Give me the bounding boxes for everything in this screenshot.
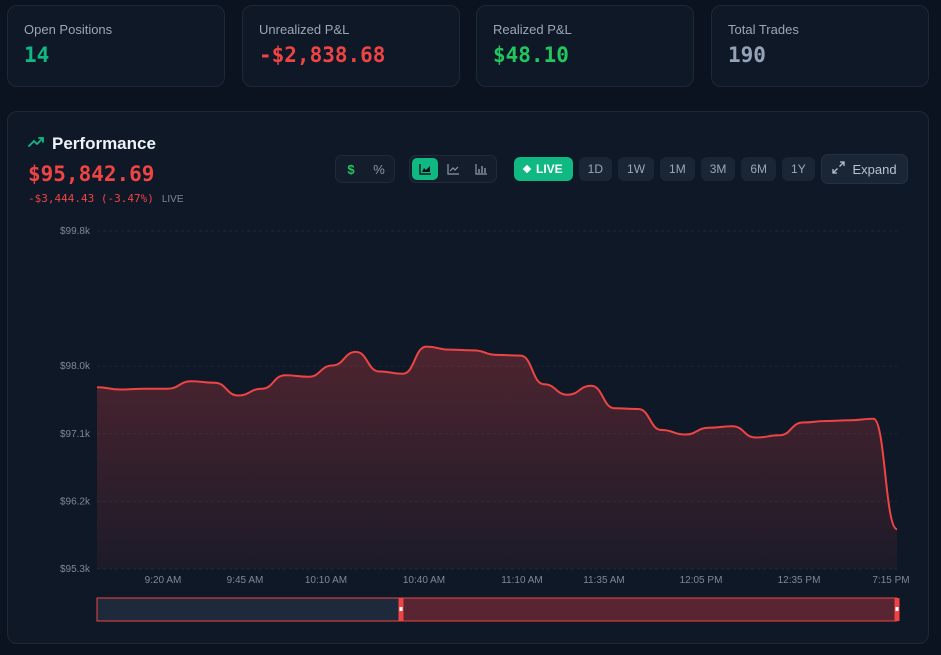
performance-chart[interactable]: $99.8k $98.0k $97.1k $96.2k $95.3k 9:20 AM 9:4… bbox=[8, 112, 930, 645]
stat-label: Realized P&L bbox=[493, 22, 572, 37]
y-tick-label: $99.8k bbox=[60, 226, 91, 237]
x-tick-label: 12:35 PM bbox=[778, 575, 821, 586]
stat-card-total-trades: Total Trades 190 bbox=[711, 5, 929, 87]
x-tick-label: 10:40 AM bbox=[403, 575, 445, 586]
x-tick-label: 11:10 AM bbox=[501, 575, 543, 586]
stat-value: -$2,838.68 bbox=[259, 43, 386, 67]
range-brush-selection bbox=[400, 597, 898, 622]
x-tick-label: 10:10 AM bbox=[305, 575, 347, 586]
x-tick-label: 9:20 AM bbox=[145, 575, 182, 586]
y-tick-label: $98.0k bbox=[60, 361, 91, 372]
stat-card-unrealized-pnl: Unrealized P&L -$2,838.68 bbox=[242, 5, 460, 87]
stat-label: Open Positions bbox=[24, 22, 113, 37]
y-tick-label: $97.1k bbox=[60, 429, 91, 440]
stat-value: 190 bbox=[728, 43, 766, 67]
range-brush-grip bbox=[399, 607, 403, 611]
y-tick-label: $95.3k bbox=[60, 564, 91, 575]
performance-panel: Performance $95,842.69 -$3,444.43 (-3.47… bbox=[7, 111, 929, 644]
x-tick-label: 7:15 PM bbox=[872, 575, 909, 586]
x-tick-label: 11:35 AM bbox=[583, 575, 625, 586]
stat-card-realized-pnl: Realized P&L $48.10 bbox=[476, 5, 694, 87]
x-tick-label: 12:05 PM bbox=[680, 575, 723, 586]
stat-label: Unrealized P&L bbox=[259, 22, 350, 37]
stat-label: Total Trades bbox=[728, 22, 799, 37]
stat-value: 14 bbox=[24, 43, 50, 67]
x-tick-label: 9:45 AM bbox=[227, 575, 264, 586]
y-tick-label: $96.2k bbox=[60, 496, 91, 507]
range-brush-grip bbox=[895, 607, 899, 611]
series-area bbox=[97, 346, 897, 569]
stat-card-open-positions: Open Positions 14 bbox=[7, 5, 225, 87]
stat-value: $48.10 bbox=[493, 43, 569, 67]
